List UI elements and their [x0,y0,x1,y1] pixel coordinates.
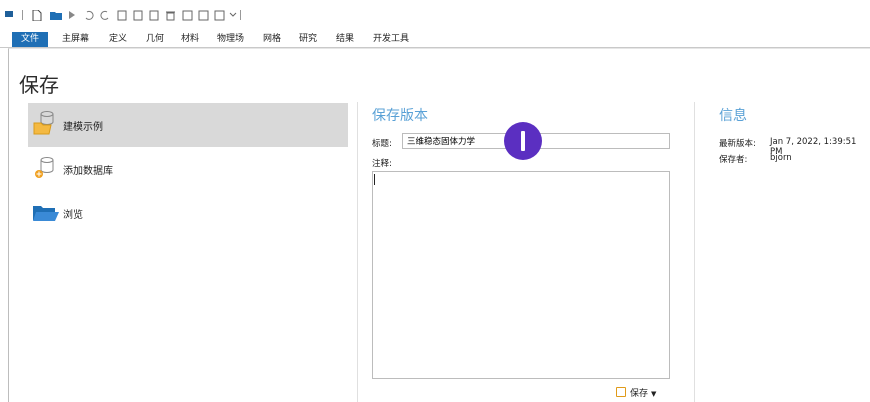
quick-access-toolbar [0,0,870,32]
column-divider [357,102,358,402]
app-icon [5,11,13,17]
duplicate-icon[interactable] [149,10,160,21]
tab-developer[interactable]: 开发工具 [373,32,409,47]
tab-physics[interactable]: 物理场 [217,32,244,47]
save-version-heading: 保存版本 [372,108,428,124]
sidebar-item-add-database[interactable]: 添加数据库 [28,147,348,191]
sidebar-item-label: 添加数据库 [63,166,113,177]
cursor-indicator [504,122,542,160]
sidebar-item-label: 浏览 [63,210,83,221]
column-divider [694,102,695,402]
undo-icon[interactable] [84,10,94,20]
sidebar-item-label: 建模示例 [63,122,103,133]
chevron-down-icon[interactable]: ▼ [651,390,656,398]
comment-textarea[interactable] [372,171,670,379]
run-icon[interactable] [68,10,76,20]
title-label: 标题: [372,139,392,149]
ribbon-menu: 文件 主屏幕 定义 几何 材料 物理场 网格 研究 结果 开发工具 [0,32,870,48]
sidebar-item-application-library[interactable]: 建模示例 [28,103,348,147]
text-caret [374,174,375,185]
separator-icon [22,10,23,20]
chevron-down-icon[interactable] [229,10,237,18]
new-file-icon[interactable] [32,10,42,21]
delete-icon[interactable] [165,10,176,21]
save-button[interactable]: 保存 ▼ [616,386,656,400]
latest-version-label: 最新版本: [719,139,756,149]
tab-materials[interactable]: 材料 [181,32,199,47]
add-database-icon [35,157,54,178]
redo-icon[interactable] [100,10,110,20]
separator-icon [240,10,241,20]
tab-mesh[interactable]: 网格 [263,32,281,47]
view-icon[interactable] [214,10,225,21]
info-heading: 信息 [719,108,747,124]
tab-geometry[interactable]: 几何 [146,32,164,47]
save-button-label: 保存 [630,389,649,399]
window-icon[interactable] [198,10,209,21]
tab-definitions[interactable]: 定义 [109,32,127,47]
comment-label: 注释: [372,159,392,169]
tab-file[interactable]: 文件 [12,32,48,47]
tab-study[interactable]: 研究 [299,32,317,47]
open-folder-icon[interactable] [50,10,63,21]
saved-by-label: 保存者: [719,155,748,165]
settings-icon[interactable] [182,10,193,21]
copy-icon[interactable] [117,10,128,21]
save-icon [616,387,626,397]
page-title: 保存 [19,73,59,97]
paste-icon[interactable] [133,10,144,21]
folder-database-icon [33,111,54,135]
sidebar-item-browse[interactable]: 浏览 [28,191,348,235]
tab-results[interactable]: 结果 [336,32,354,47]
tab-home[interactable]: 主屏幕 [62,32,89,47]
open-folder-icon [33,206,59,221]
saved-by-value: bjorn [770,153,792,163]
